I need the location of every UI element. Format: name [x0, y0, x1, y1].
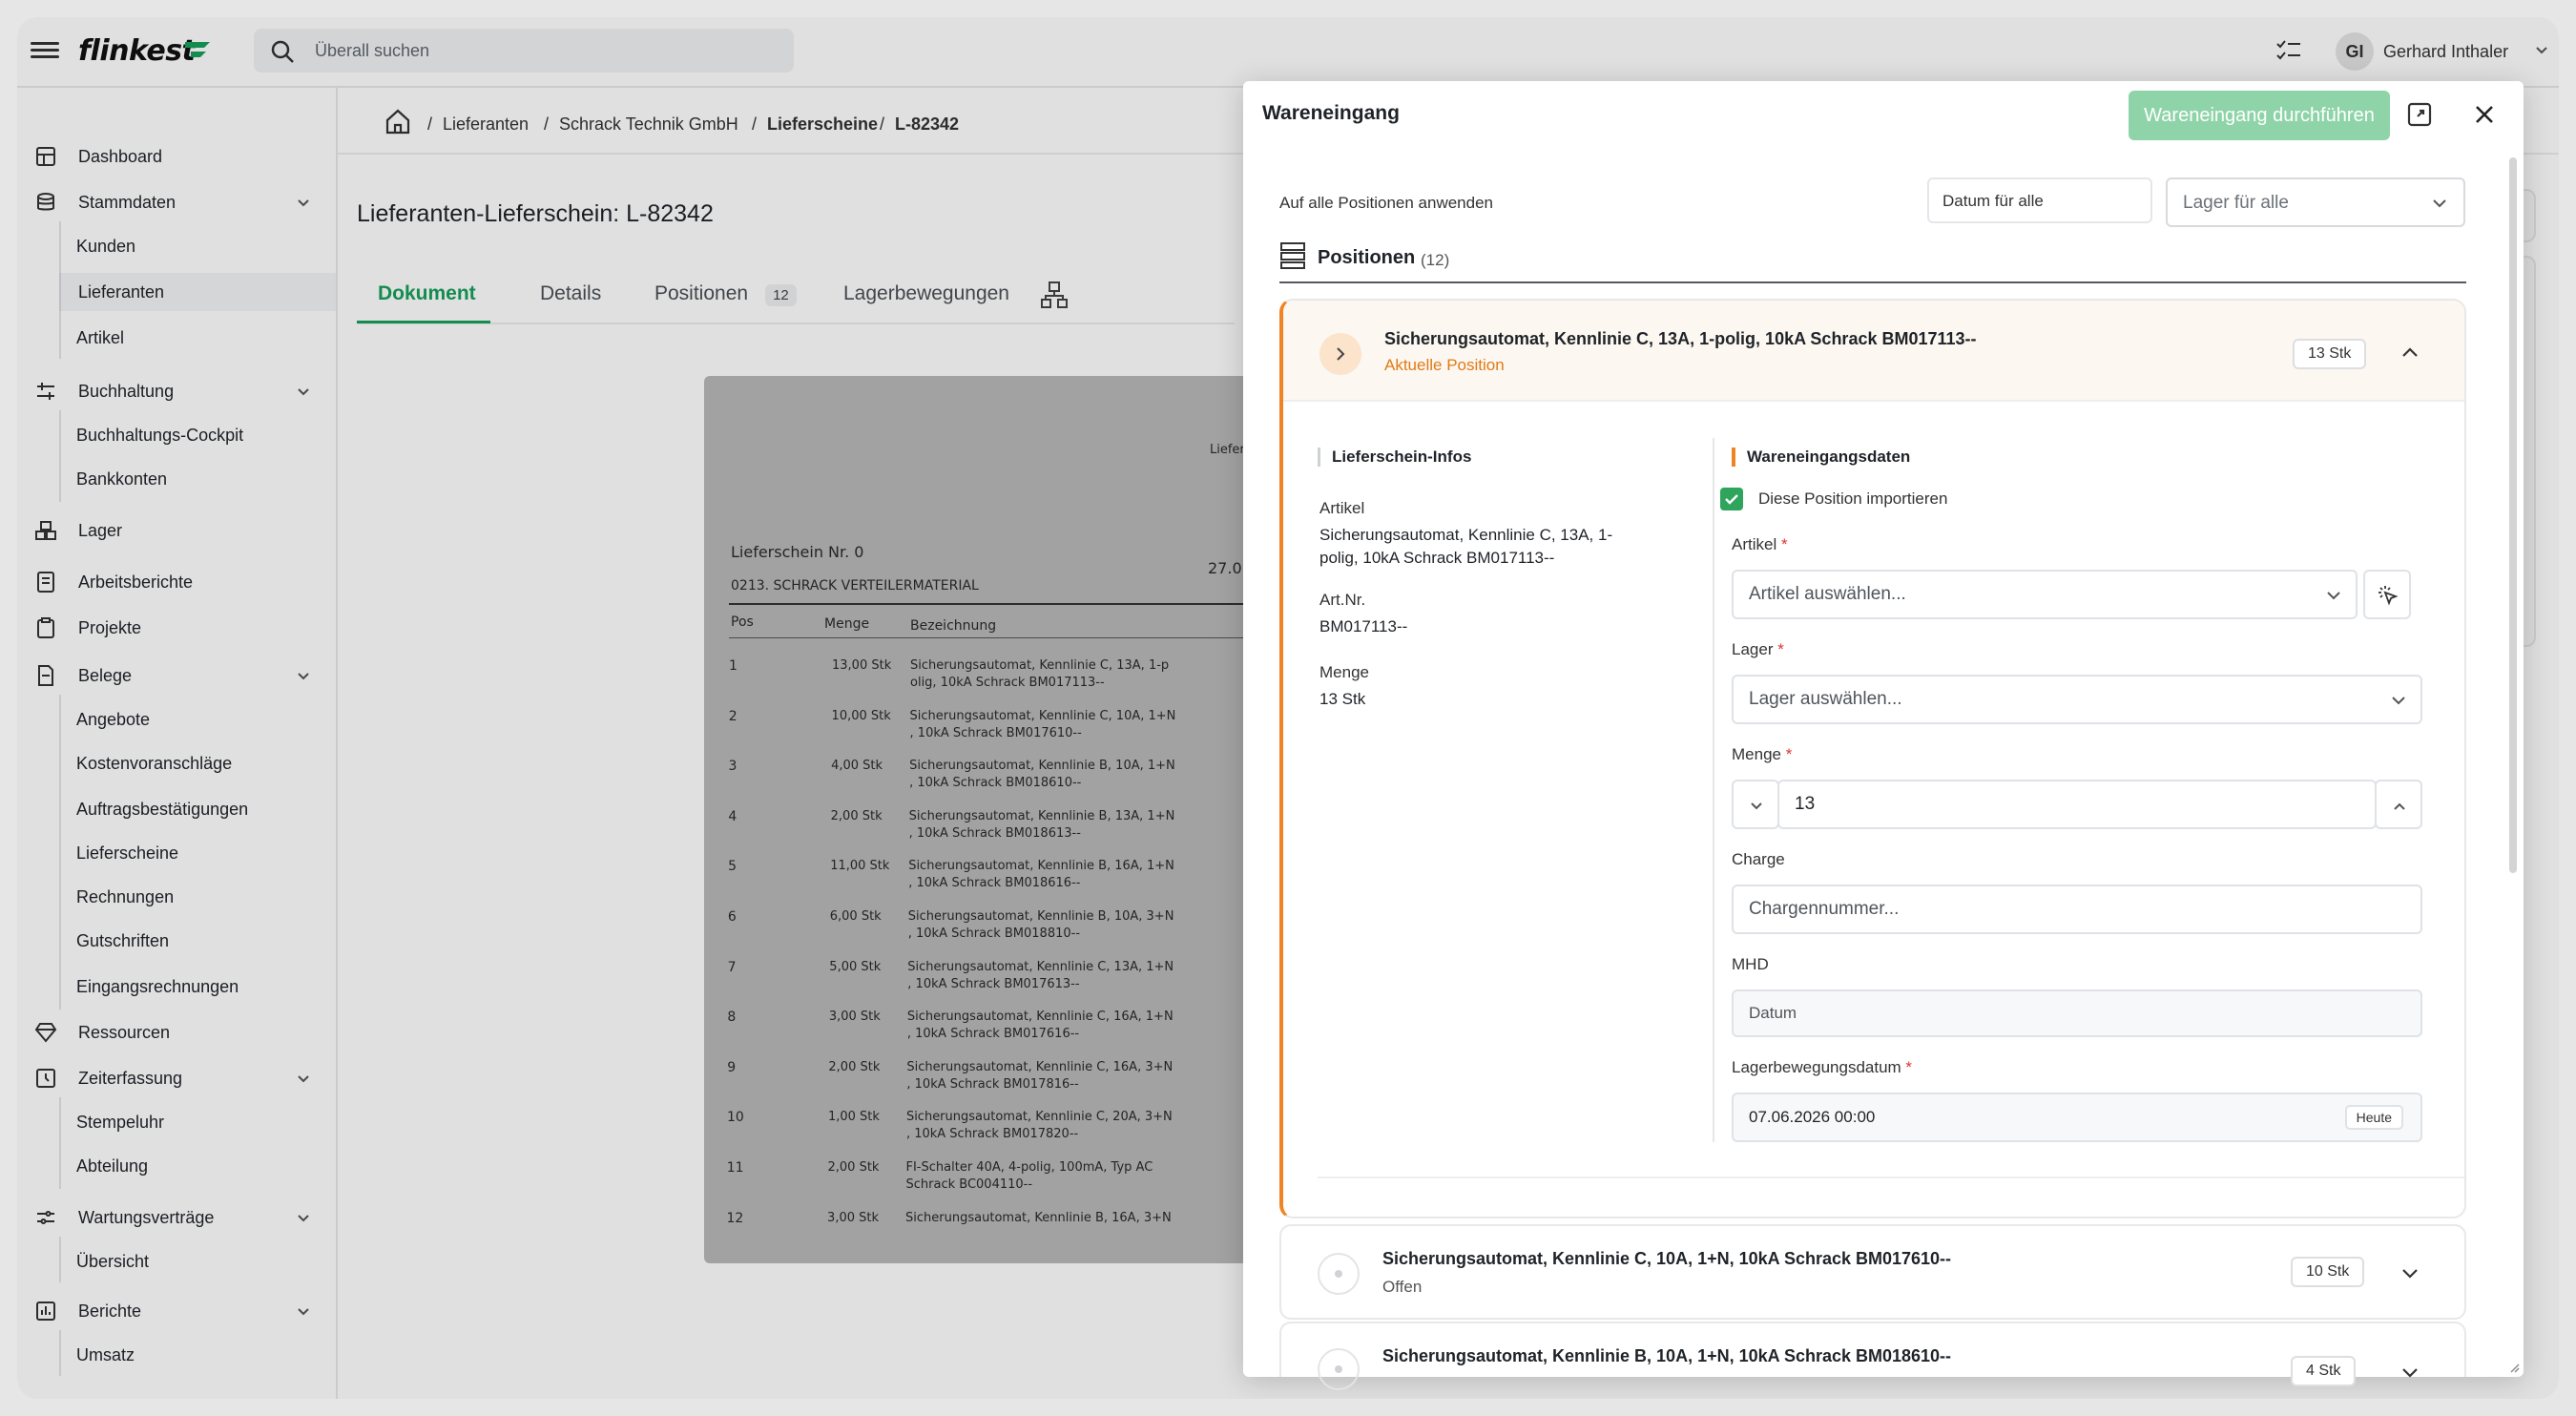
submit-button[interactable]: Wareneingang durchführen [2129, 91, 2390, 140]
cursor-click-icon [2379, 586, 2399, 606]
expand-icon[interactable] [2405, 100, 2434, 129]
wareneingang-dialog: Wareneingang Wareneingang durchführen Au… [1243, 81, 2524, 1390]
mhd-placeholder: Datum [1749, 1004, 1797, 1022]
position-card-active: Sicherungsautomat, Kennlinie C, 13A, 1- p… [1279, 299, 2466, 1218]
label-text: Lager [1732, 640, 1774, 658]
label-text: Lagerbewegungsdatum [1732, 1058, 1901, 1076]
info-artnr-value: BM017113-- [1319, 617, 1408, 635]
positions-header: Positionen (12) [1279, 241, 2466, 283]
position-title: Sicherungsautomat, Kennlinie C, 13A, 1-p… [1384, 329, 1977, 348]
app-window: flinkest Überall suchen GI Gerhard Intha… [17, 17, 2559, 1399]
charge-placeholder: Chargennummer... [1749, 899, 1900, 919]
date-for-all-placeholder: Datum für alle [1942, 192, 2044, 210]
field-lager-label: Lager * [1732, 640, 1784, 659]
lager-for-all-placeholder: Lager für alle [2183, 193, 2289, 213]
chevron-down-icon [2433, 199, 2446, 208]
import-checkbox-label: Diese Position importieren [1758, 489, 1948, 508]
lieferschein-info-title: Lieferschein-Infos [1318, 448, 1471, 467]
chevron-down-icon [2392, 697, 2405, 705]
required-mark: * [1785, 745, 1793, 763]
artikel-select[interactable]: Artikel auswählen... [1732, 570, 2358, 619]
lager-for-all-select[interactable]: Lager für alle [2166, 177, 2465, 227]
field-charge-label: Charge [1732, 850, 1785, 868]
position-card[interactable]: Sicherungsautomat, Kennlinie B, 10A, 1+N… [1279, 1322, 2466, 1390]
current-position-indicator [1319, 333, 1361, 375]
quantity-badge: 10 Stk [2291, 1257, 2365, 1287]
column-divider [1713, 438, 1714, 1142]
artikel-select-placeholder: Artikel auswählen... [1749, 584, 1906, 604]
open-status-indicator [1318, 1348, 1360, 1390]
position-title: Sicherungsautomat, Kennlinie B, 10A, 1+N… [1382, 1346, 1952, 1365]
date-for-all-input[interactable]: Datum für alle [1927, 177, 2152, 223]
quantity-decrement-button[interactable] [1732, 780, 1779, 829]
info-artikel-value-line2: polig, 10kA Schrack BM017113-- [1319, 549, 1555, 567]
position-title: Sicherungsautomat, Kennlinie C, 10A, 1+N… [1382, 1249, 1952, 1268]
chevron-down-icon[interactable] [2399, 1262, 2420, 1283]
open-status-indicator [1318, 1253, 1360, 1295]
required-mark: * [1777, 640, 1784, 658]
list-icon [1280, 242, 1305, 269]
charge-input[interactable]: Chargennummer... [1732, 885, 2422, 934]
chevron-down-icon [2327, 592, 2340, 600]
info-artnr-label: Art.Nr. [1319, 591, 1366, 609]
apply-all-label: Auf alle Positionen anwenden [1279, 194, 1493, 212]
info-artikel-label: Artikel [1319, 499, 1365, 517]
field-lagerbewegungsdatum-label: Lagerbewegungsdatum * [1732, 1058, 1912, 1077]
label-text: Menge [1732, 745, 1781, 763]
position-card-body: Lieferschein-Infos Artikel Sicherungsaut… [1318, 404, 2464, 1178]
artikel-picker-button[interactable] [2363, 570, 2411, 619]
today-button[interactable]: Heute [2344, 1105, 2403, 1130]
import-checkbox[interactable] [1720, 488, 1743, 510]
dialog-title: Wareneingang [1262, 102, 1400, 124]
field-mhd-label: MHD [1732, 955, 1769, 973]
checkmark-icon [1725, 494, 1738, 505]
quantity-increment-button[interactable] [2375, 780, 2422, 829]
position-card-header[interactable]: Sicherungsautomat, Kennlinie C, 13A, 1-p… [1283, 301, 2464, 402]
positions-count: (12) [1421, 251, 1450, 269]
required-mark: * [1780, 535, 1788, 553]
info-menge-label: Menge [1319, 663, 1369, 681]
position-card[interactable]: Sicherungsautomat, Kennlinie C, 10A, 1+N… [1279, 1224, 2466, 1320]
chevron-up-icon [2394, 802, 2405, 810]
label-text: Artikel [1732, 535, 1777, 553]
mhd-date-input[interactable]: Datum [1732, 989, 2422, 1037]
quantity-value: 13 [1795, 794, 1816, 814]
wareneingang-data-title: Wareneingangsdaten [1732, 448, 1910, 467]
quantity-badge: 13 Stk [2293, 339, 2367, 369]
lager-select[interactable]: Lager auswählen... [1732, 675, 2422, 724]
chevron-up-icon[interactable] [2399, 343, 2420, 364]
resize-handle-icon[interactable] [2508, 1362, 2520, 1373]
positions-label: Positionen [1318, 247, 1416, 268]
field-menge-label: Menge * [1732, 745, 1792, 764]
position-status: Aktuelle Position [1384, 356, 1505, 374]
quantity-badge: 4 Stk [2291, 1356, 2357, 1386]
lagerbewegungsdatum-input[interactable]: 07.06.2026 00:00 Heute [1732, 1093, 2422, 1142]
required-mark: * [1905, 1058, 1913, 1076]
quantity-input[interactable]: 13 [1777, 780, 2377, 829]
chevron-down-icon [1751, 802, 1762, 810]
info-artikel-value-line1: Sicherungsautomat, Kennlinie C, 13A, 1- [1319, 526, 1613, 544]
date-value: 07.06.2026 00:00 [1749, 1108, 1876, 1126]
position-status: Offen [1382, 1278, 1423, 1296]
chevron-right-icon [1337, 347, 1345, 361]
dialog-scrollbar[interactable] [2509, 157, 2517, 873]
close-icon[interactable] [2472, 102, 2497, 127]
info-menge-value: 13 Stk [1319, 690, 1366, 708]
field-artikel-label: Artikel * [1732, 535, 1788, 554]
lager-select-placeholder: Lager auswählen... [1749, 689, 1902, 709]
chevron-down-icon[interactable] [2399, 1362, 2420, 1383]
